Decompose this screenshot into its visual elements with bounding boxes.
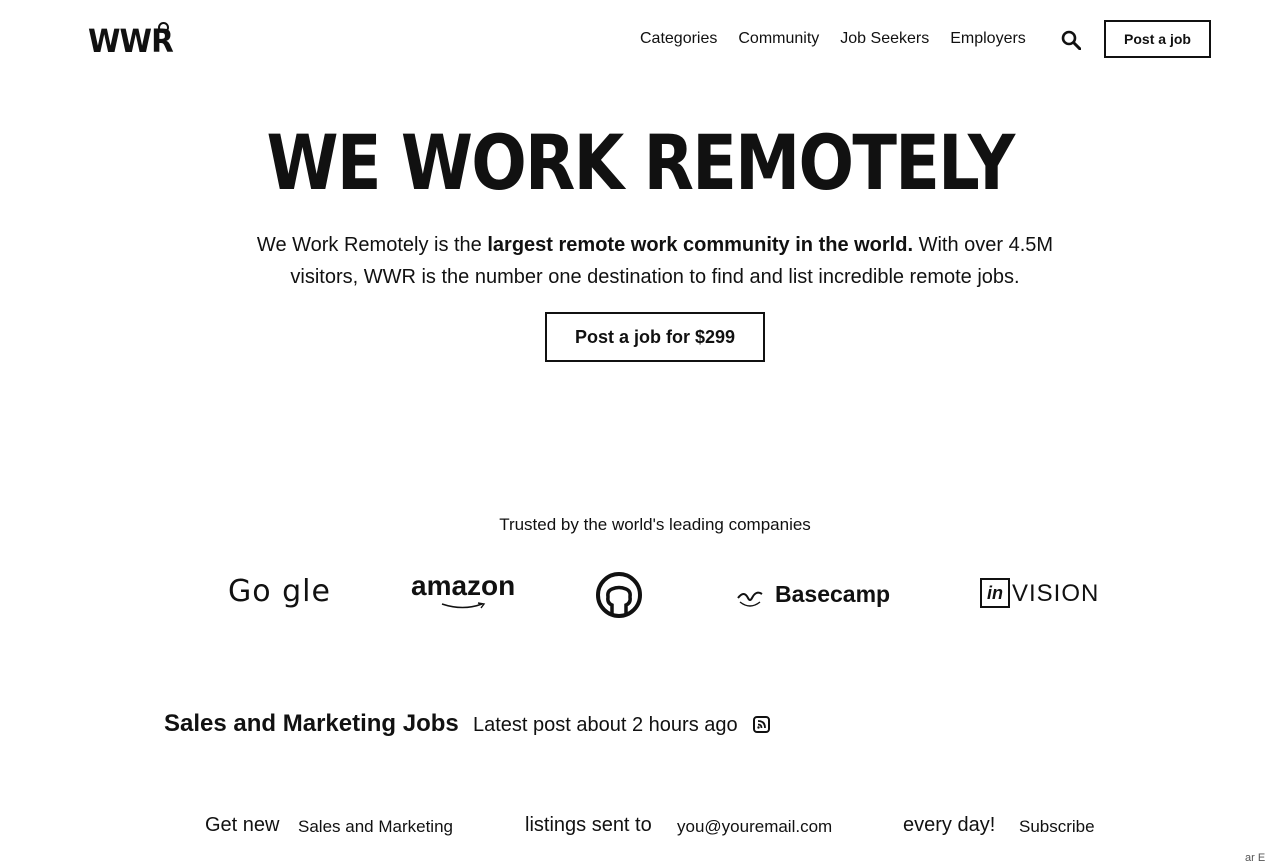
- rss-icon[interactable]: [753, 716, 770, 733]
- corner-fragment: ar E: [1245, 852, 1266, 864]
- basecamp-logo: Basecamp: [775, 581, 891, 607]
- email-field[interactable]: you@youremail.com: [677, 817, 832, 837]
- invision-mark-icon: in: [980, 578, 1010, 608]
- nav-categories[interactable]: Categories: [640, 30, 717, 48]
- category-select[interactable]: Sales and Marketing: [298, 817, 453, 837]
- google-logo: Go gle: [228, 574, 331, 609]
- nav-employers[interactable]: Employers: [950, 30, 1026, 48]
- search-icon[interactable]: [1061, 30, 1081, 50]
- subscribe-prefix: Get new: [205, 814, 280, 836]
- trusted-heading: Trusted by the world's leading companies: [499, 515, 811, 534]
- post-job-button[interactable]: Post a job: [1104, 20, 1211, 58]
- basecamp-mark-icon: [737, 591, 763, 607]
- subscribe-suffix: every day!: [903, 814, 996, 836]
- logo-dot-icon: [158, 22, 169, 33]
- subscribe-button[interactable]: Subscribe: [1019, 817, 1095, 837]
- hero-desc-pre: We Work Remotely is the: [256, 234, 488, 256]
- nav-community[interactable]: Community: [738, 30, 819, 48]
- nav-job-seekers[interactable]: Job Seekers: [840, 30, 929, 48]
- main-nav: Categories Community Job Seekers Employe…: [640, 30, 1026, 48]
- hero-description: We Work Remotely is the largest remote w…: [240, 229, 1070, 293]
- github-logo-icon: [596, 572, 642, 618]
- company-logos: Go gle amazon Basecamp in VISION: [0, 568, 1280, 624]
- amazon-smile-icon: [441, 602, 486, 609]
- subscribe-bar: Get new Sales and Marketing listings sen…: [0, 812, 1280, 842]
- section-title: Sales and Marketing Jobs: [164, 710, 459, 737]
- hero-desc-bold: largest remote work community in the wor…: [487, 234, 914, 256]
- post-job-cta-button[interactable]: Post a job for $299: [545, 312, 765, 362]
- amazon-logo: amazon: [411, 570, 516, 601]
- hero-title: WE WORK REMOTELY: [266, 118, 1016, 207]
- invision-logo: VISION: [1012, 580, 1100, 607]
- subscribe-middle: listings sent to: [525, 814, 652, 836]
- section-latest-post: Latest post about 2 hours ago: [473, 714, 738, 736]
